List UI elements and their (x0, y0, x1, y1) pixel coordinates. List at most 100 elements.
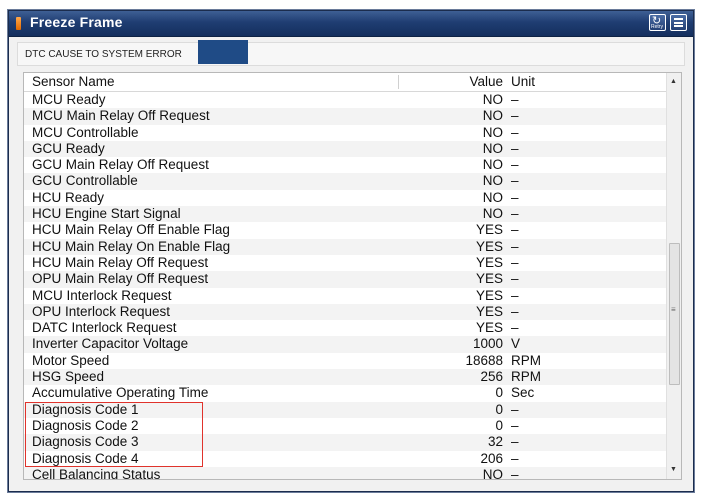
retry-label: Retry (651, 24, 663, 30)
value-cell: YES (475, 320, 503, 336)
unit-cell: V (511, 336, 521, 352)
chevron-down-icon[interactable]: ▼ (670, 466, 677, 474)
sensor-name-cell: HCU Main Relay On Enable Flag (32, 238, 231, 254)
table-row[interactable]: HCU Engine Start Signal NO – (24, 206, 667, 223)
sensor-name-cell: HCU Main Relay Off Enable Flag (32, 222, 230, 238)
table-row[interactable]: Diagnosis Code 2 0– (24, 418, 667, 434)
title-bar: Freeze Frame ↻ Retry (9, 11, 693, 37)
column-header-value[interactable]: Value (469, 73, 503, 91)
unit-cell: – (511, 450, 519, 466)
column-divider[interactable] (398, 75, 399, 89)
sensor-name-cell: HCU Engine Start Signal (32, 206, 181, 222)
table-row[interactable]: MCU Interlock Request YES – (24, 288, 667, 304)
table-row[interactable]: HCU Main Relay Off Enable Flag YES – (24, 222, 667, 238)
value-cell: 0 (495, 385, 503, 401)
unit-cell: – (511, 108, 519, 124)
table-row[interactable]: OPU Interlock Request YES – (24, 303, 667, 321)
table-row[interactable]: HCU Main Relay Off Request YES – (24, 255, 667, 271)
table-row[interactable]: DATC Interlock Request YES – (24, 320, 667, 336)
chevron-up-icon[interactable]: ▲ (670, 78, 677, 86)
sensor-name-cell: Motor Speed (32, 352, 110, 368)
menu-button[interactable] (670, 14, 687, 31)
grip-icon: ≡ (671, 305, 676, 314)
sensor-name-cell: Diagnosis Code 4 (32, 450, 139, 466)
sensor-name-cell: DATC Interlock Request (32, 320, 177, 336)
table-header: Sensor Name Value Unit (24, 73, 667, 92)
unit-cell: – (511, 320, 519, 336)
unit-cell: – (511, 417, 519, 433)
unit-cell: – (511, 173, 519, 189)
sensor-table: Sensor Name Value Unit MCU Ready NO – MCU M… (24, 73, 667, 479)
value-cell: 256 (480, 369, 503, 385)
value-cell: 32 (487, 434, 503, 450)
column-header-unit[interactable]: Unit (511, 73, 535, 91)
unit-cell: – (511, 254, 519, 270)
table-row[interactable]: Accumulative Operating Time 0 Sec (24, 385, 667, 401)
vertical-scrollbar[interactable]: ▲ ≡ ▼ (666, 73, 681, 479)
value-cell: NO (482, 173, 503, 189)
scrollbar-thumb[interactable]: ≡ (669, 243, 680, 385)
table-row[interactable]: GCU Main Relay Off Request NO – (24, 157, 667, 173)
value-cell: YES (475, 254, 503, 270)
dtc-cause-label: DTC CAUSE TO SYSTEM ERROR (25, 49, 182, 60)
value-cell: YES (475, 271, 503, 287)
value-cell: 1000 (472, 336, 503, 352)
sensor-name-cell: GCU Controllable (32, 173, 138, 189)
value-cell: YES (475, 222, 503, 238)
unit-cell: – (511, 140, 519, 156)
table-row[interactable]: HCU Main Relay On Enable Flag YES – (24, 238, 667, 255)
table-row[interactable]: MCU Ready NO – (24, 92, 667, 108)
column-header-sensor-name[interactable]: Sensor Name (32, 73, 115, 91)
table-row[interactable]: Diagnosis Code 3 32– (24, 434, 667, 451)
freeze-frame-window: Freeze Frame ↻ Retry DTC CAUSE TO SYSTEM… (8, 10, 694, 492)
sensor-name-cell: MCU Controllable (32, 124, 139, 140)
table-row[interactable]: Motor Speed 18688 RPM (24, 353, 667, 369)
value-cell: NO (482, 124, 503, 140)
unit-cell: – (511, 238, 519, 254)
value-cell: NO (482, 206, 503, 222)
sensor-name-cell: OPU Interlock Request (32, 303, 171, 319)
table-row[interactable]: Inverter Capacitor Voltage 1000 V (24, 336, 667, 353)
unit-cell: – (511, 222, 519, 238)
sensor-name-cell: OPU Main Relay Off Request (32, 271, 209, 287)
table-row[interactable]: Diagnosis Code 1 0– (24, 401, 667, 418)
dtc-cause-bar: DTC CAUSE TO SYSTEM ERROR (17, 40, 685, 66)
value-cell: NO (482, 189, 503, 205)
window-flag-icon (16, 17, 21, 30)
unit-cell: – (511, 92, 519, 107)
retry-button[interactable]: ↻ Retry (649, 14, 666, 31)
value-cell: 18688 (465, 352, 503, 368)
table-row[interactable]: HSG Speed 256 RPM (24, 369, 667, 386)
table-row[interactable]: MCU Main Relay Off Request NO – (24, 108, 667, 125)
sensor-name-cell: Cell Balancing Status (32, 466, 161, 479)
value-cell: 206 (480, 450, 503, 466)
unit-cell: – (511, 303, 519, 319)
value-cell: YES (475, 303, 503, 319)
menu-icon (674, 18, 683, 27)
table-row[interactable]: OPU Main Relay Off Request YES – (24, 271, 667, 288)
sensor-name-cell: Accumulative Operating Time (32, 385, 209, 401)
table-row[interactable]: Cell Balancing Status NO – (24, 466, 667, 479)
value-cell: 0 (495, 417, 503, 433)
sensor-name-cell: GCU Main Relay Off Request (32, 157, 209, 173)
sensor-name-cell: GCU Ready (32, 140, 105, 156)
unit-cell: RPM (511, 352, 541, 368)
value-cell: NO (482, 466, 503, 479)
window-title: Freeze Frame (30, 14, 123, 30)
unit-cell: – (511, 124, 519, 140)
table-row[interactable]: GCU Ready NO – (24, 140, 667, 158)
sensor-name-cell: HSG Speed (32, 369, 105, 385)
unit-cell: – (511, 401, 519, 417)
sensor-name-cell: MCU Ready (32, 92, 106, 107)
dtc-code-badge (198, 40, 248, 64)
value-cell: 0 (495, 401, 503, 417)
table-row[interactable]: GCU Controllable NO – (24, 173, 667, 190)
table-row[interactable]: Diagnosis Code 4 206– (24, 451, 667, 467)
value-cell: NO (482, 140, 503, 156)
value-cell: NO (482, 157, 503, 173)
table-row[interactable]: MCU Controllable NO – (24, 125, 667, 141)
value-cell: NO (482, 92, 503, 107)
table-row[interactable]: HCU Ready NO – (24, 190, 667, 206)
sensor-name-cell: MCU Main Relay Off Request (32, 108, 210, 124)
sensor-name-cell: MCU Interlock Request (32, 287, 172, 303)
